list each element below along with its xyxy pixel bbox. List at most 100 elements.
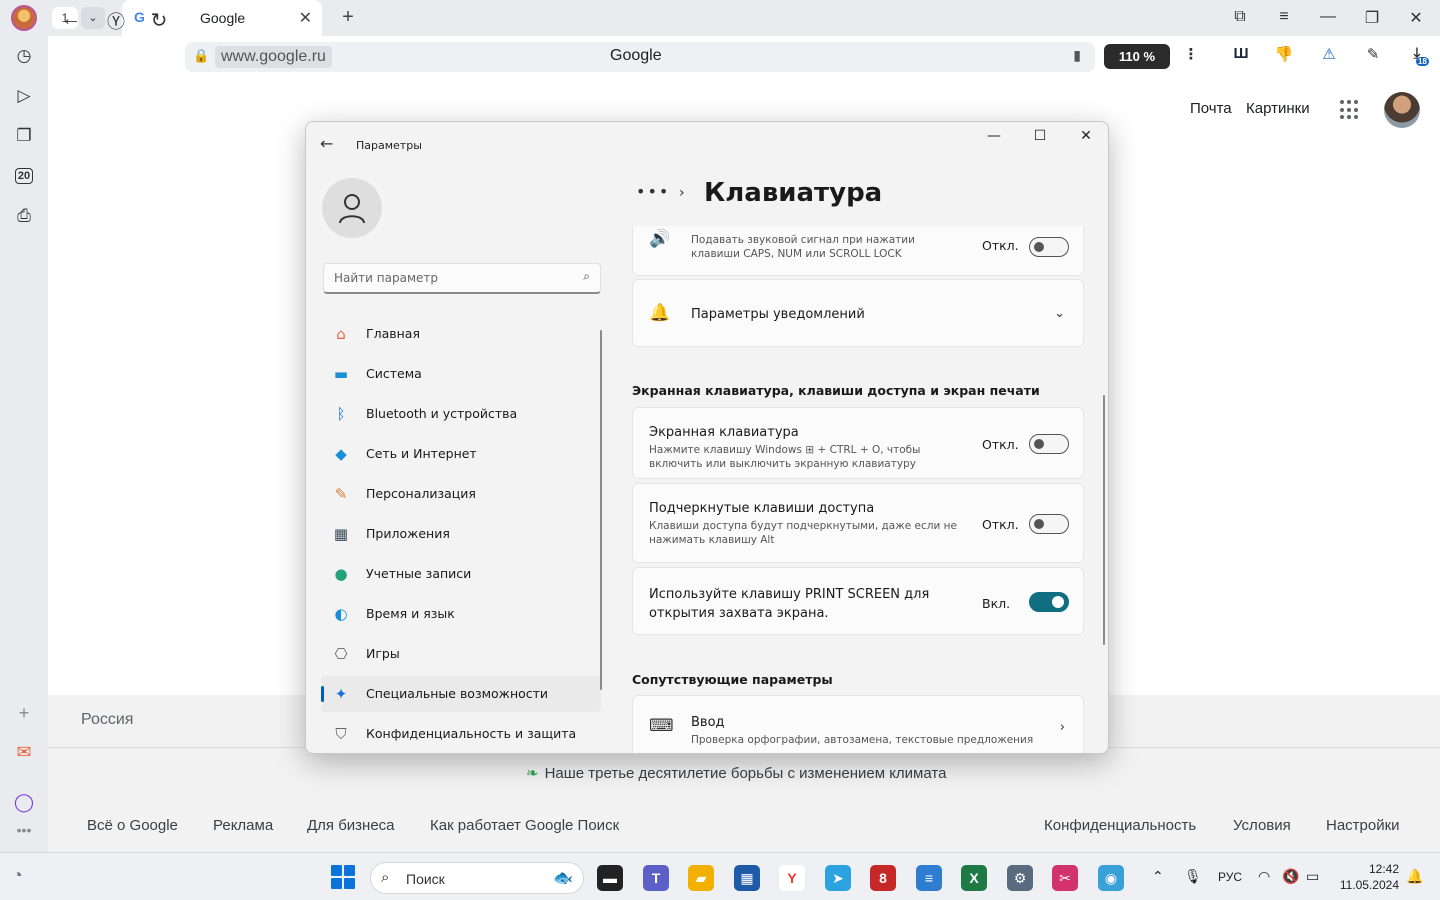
notepad-app[interactable]: ≡	[916, 865, 942, 891]
user-avatar[interactable]	[322, 178, 382, 238]
url-text[interactable]: www.google.ru	[215, 46, 332, 68]
climate-link[interactable]: ❧ Наше третье десятилетие борьбы с измене…	[526, 764, 946, 782]
snipping-app[interactable]: ✂	[1052, 865, 1078, 891]
yandex-browser-app[interactable]: Y	[779, 865, 805, 891]
calendar-icon[interactable]: 20	[10, 162, 38, 190]
settings-maximize-icon[interactable]: ☐	[1026, 128, 1054, 144]
settings-back-icon[interactable]: ←	[320, 134, 333, 153]
opera-app[interactable]: 8	[870, 865, 896, 891]
notification-extension-icon[interactable]: ⚠	[1316, 45, 1342, 63]
bookmark-icon[interactable]: ▮	[1073, 47, 1081, 64]
language-indicator[interactable]: РУС	[1218, 870, 1242, 884]
footer-terms-link[interactable]: Условия	[1233, 817, 1291, 834]
screenshot-icon[interactable]: ⎙	[10, 202, 38, 230]
nav-item-system[interactable]: ▬ Система	[321, 356, 601, 392]
nav-item-home[interactable]: ⌂ Главная	[321, 316, 601, 352]
volume-muted-icon[interactable]: 🔇	[1282, 868, 1299, 885]
translate-extension-icon[interactable]: ✎	[1360, 45, 1386, 63]
settings-close-icon[interactable]: ✕	[1072, 128, 1100, 144]
taskbar-search[interactable]: ⌕ Поиск 🐟	[370, 862, 584, 894]
settings-minimize-icon[interactable]: —	[980, 128, 1008, 144]
nav-item-accounts[interactable]: ● Учетные записи	[321, 556, 601, 592]
access-keys-toggle[interactable]	[1029, 514, 1069, 534]
notification-settings-card[interactable]: 🔔 Параметры уведомлений ⌄	[632, 279, 1084, 347]
footer-settings-link[interactable]: Настройки	[1326, 817, 1400, 834]
sidebar-scrollbar[interactable]	[600, 330, 602, 690]
access-keys-state: Откл.	[982, 517, 1019, 532]
gmail-link[interactable]: Почта	[1190, 100, 1232, 117]
search-icon[interactable]: ⌕	[583, 269, 590, 284]
play-icon[interactable]: ▷	[10, 82, 38, 110]
close-window-icon[interactable]: ✕	[1404, 8, 1428, 28]
clock[interactable]: 12:42 11.05.2024	[1337, 861, 1399, 893]
bluetooth-icon: ᛒ	[336, 405, 346, 423]
footer-advertising-link[interactable]: Реклама	[213, 817, 273, 834]
footer-how-search-works-link[interactable]: Как работает Google Поиск	[430, 817, 619, 834]
ublock-extension-icon[interactable]: Ш	[1228, 45, 1254, 62]
omnibox[interactable]: 🔒 www.google.ru Google ▮	[185, 42, 1095, 72]
downloads-icon[interactable]: ⤓ 18	[1404, 45, 1430, 66]
history-icon[interactable]: ◷	[10, 42, 38, 70]
nav-item-bluetooth[interactable]: ᛒ Bluetooth и устройства	[321, 396, 601, 432]
maps-app[interactable]: ◉	[1098, 865, 1124, 891]
minimize-icon[interactable]: —	[1316, 8, 1340, 26]
nav-item-wifi[interactable]: ◆ Сеть и Интернет	[321, 436, 601, 472]
yandex-home-icon[interactable]: Ⓨ	[103, 8, 129, 34]
nav-item-shield[interactable]: ⛉ Конфиденциальность и защита	[321, 716, 601, 752]
more-vertical-icon[interactable]: ⋮	[1178, 45, 1204, 63]
nav-item-time-language[interactable]: ◐ Время и язык	[321, 596, 601, 632]
close-tab-icon[interactable]: ✕	[299, 8, 312, 28]
print-screen-toggle[interactable]	[1029, 592, 1069, 612]
nav-item-brush[interactable]: ✎ Персонализация	[321, 476, 601, 512]
nav-item-accessibility[interactable]: ✦ Специальные возможности	[321, 676, 601, 712]
tab-list-chevron-icon[interactable]: ⌄	[81, 7, 105, 29]
taskview-app[interactable]: ▬	[597, 865, 623, 891]
explorer-app[interactable]: ▰	[688, 865, 714, 891]
start-button[interactable]	[331, 865, 355, 889]
input-settings-card[interactable]: ⌨ Ввод Проверка орфографии, автозамена, …	[632, 695, 1084, 753]
content-scrollbar[interactable]	[1103, 395, 1105, 645]
store-app[interactable]: ▦	[734, 865, 760, 891]
excel-app[interactable]: X	[961, 865, 987, 891]
on-screen-keyboard-toggle[interactable]	[1029, 434, 1069, 454]
nav-item-apps[interactable]: ▦ Приложения	[321, 516, 601, 552]
settings-search-placeholder: Найти параметр	[334, 271, 438, 285]
footer-business-link[interactable]: Для бизнеса	[307, 817, 395, 834]
footer-about-link[interactable]: Всё о Google	[87, 817, 178, 834]
collections-icon[interactable]: ❐	[10, 122, 38, 150]
chevron-down-icon[interactable]: ⌄	[1054, 306, 1065, 321]
images-link[interactable]: Картинки	[1246, 100, 1310, 117]
back-icon[interactable]: ←	[58, 8, 84, 31]
google-account-avatar[interactable]	[1384, 92, 1420, 128]
menu-icon[interactable]: ≡	[1272, 8, 1296, 26]
bookmarks-panel-icon[interactable]: ⧉	[1228, 8, 1252, 26]
maximize-icon[interactable]: ❐	[1360, 8, 1384, 28]
battery-icon[interactable]: ▭	[1306, 868, 1319, 885]
settings-app[interactable]: ⚙	[1007, 865, 1033, 891]
alice-icon[interactable]: ◯	[12, 792, 36, 816]
add-sidebar-icon[interactable]: +	[12, 703, 36, 727]
google-apps-icon[interactable]	[1340, 100, 1360, 120]
settings-search-input[interactable]: Найти параметр ⌕	[323, 263, 601, 294]
wifi-icon[interactable]: ◠	[1258, 868, 1270, 885]
reload-icon[interactable]: ↻	[146, 8, 172, 33]
sound-lock-keys-toggle[interactable]	[1029, 237, 1069, 257]
mail-app-icon[interactable]: ✉	[12, 742, 36, 766]
chevron-up-icon[interactable]: ⌃	[1152, 868, 1164, 885]
footer-privacy-link[interactable]: Конфиденциальность	[1044, 817, 1196, 834]
new-tab-icon[interactable]: +	[336, 6, 360, 30]
nav-item-gamepad[interactable]: ⎔ Игры	[321, 636, 601, 672]
microphone-icon[interactable]: 🎙	[1184, 868, 1202, 885]
lock-icon[interactable]: 🔒	[193, 48, 209, 64]
telegram-app[interactable]: ➤	[825, 865, 851, 891]
more-icon[interactable]: •••	[12, 822, 36, 846]
chevron-right-icon[interactable]: ›	[1060, 720, 1065, 735]
weather-icon[interactable]: ◔	[12, 865, 23, 886]
teams-app[interactable]: T	[643, 865, 669, 891]
browser-profile-avatar[interactable]	[11, 5, 37, 31]
breadcrumb-more-icon[interactable]: •••	[636, 182, 670, 201]
dislike-extension-icon[interactable]: 👎	[1271, 45, 1297, 63]
zoom-indicator[interactable]: 110 %	[1104, 44, 1170, 69]
notifications-bell-icon[interactable]: 🔔	[1406, 868, 1423, 885]
print-screen-title: Используйте клавишу PRINT SCREEN для отк…	[649, 587, 930, 621]
